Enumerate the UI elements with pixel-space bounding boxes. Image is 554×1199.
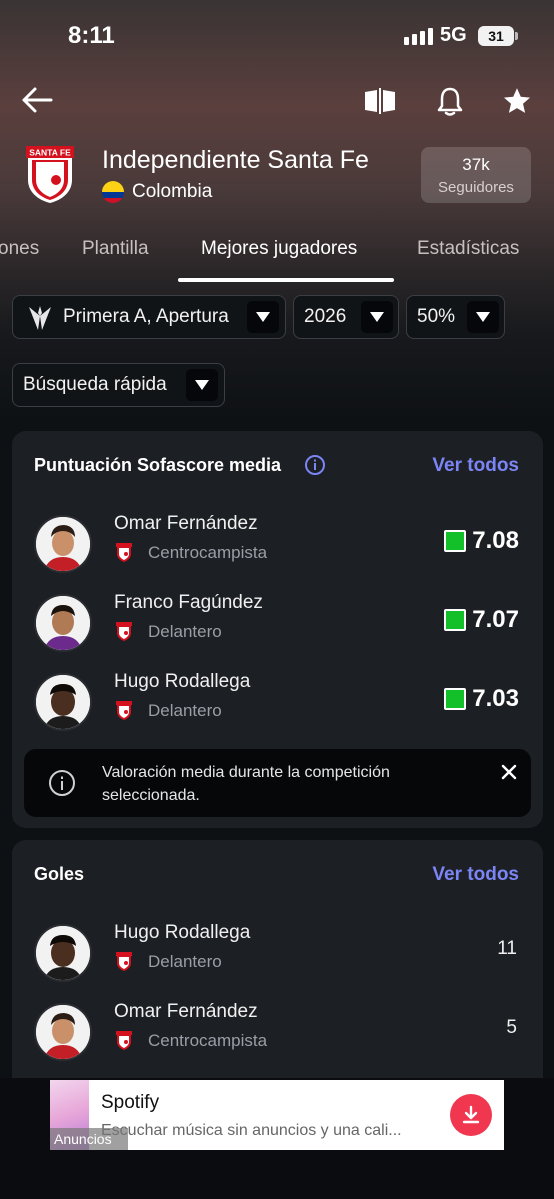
info-text: Valoración media durante la competición … [102, 764, 390, 804]
rating-card: Puntuación Sofascore media Ver todos Oma… [12, 431, 543, 828]
quick-search-value: Búsqueda rápida [23, 374, 167, 395]
avatar [34, 673, 92, 731]
list-item[interactable]: Hugo Rodallega Delantero 7.03 [12, 665, 543, 737]
goals-card: Goles Ver todos Hugo Rodallega Delantero… [12, 840, 543, 1100]
chevron-down-icon [186, 369, 218, 401]
close-icon[interactable] [500, 763, 518, 786]
player-position: Delantero [148, 952, 222, 971]
goals-value: 11 [497, 938, 517, 959]
player-name: Omar Fernández [114, 1001, 258, 1022]
avatar [34, 1003, 92, 1061]
rating-badge: 7.08 [444, 527, 519, 555]
followers-badge[interactable]: 37k Seguidores [421, 147, 531, 203]
compare-icon[interactable] [362, 86, 398, 116]
rating-badge: 7.03 [444, 685, 519, 713]
rating-color-square [444, 688, 467, 710]
back-arrow-icon[interactable] [18, 84, 56, 116]
goals-value: 5 [506, 1017, 517, 1038]
active-tab-indicator [178, 278, 394, 282]
ad-subtitle: Escuchar música sin anuncios y una cali.… [101, 1122, 402, 1139]
team-crest-icon [116, 952, 132, 971]
team-crest-icon [116, 543, 132, 562]
goals-see-all-link[interactable]: Ver todos [432, 864, 519, 886]
avatar [34, 515, 92, 573]
chevron-down-icon [467, 301, 499, 333]
bell-icon[interactable] [434, 84, 466, 118]
colombia-flag-icon [102, 181, 124, 203]
avatar [34, 594, 92, 652]
signal-icon [404, 28, 433, 45]
country-name: Colombia [132, 181, 213, 202]
rating-value: 7.03 [472, 685, 519, 712]
info-icon [48, 769, 76, 802]
network-label: 5G [440, 24, 467, 46]
info-banner: Valoración media durante la competición … [24, 749, 531, 817]
rating-card-title: Puntuación Sofascore media [34, 455, 282, 475]
list-item[interactable]: Hugo Rodallega Delantero 11 [12, 916, 543, 988]
team-name: Independiente Santa Fe [102, 146, 369, 174]
ad-title: Spotify [101, 1092, 160, 1113]
svg-text:SANTA FE: SANTA FE [29, 148, 71, 158]
avatar [34, 924, 92, 982]
season-value: 2026 [304, 306, 347, 327]
competition-dropdown[interactable]: Primera A, Apertura [12, 295, 286, 339]
rating-value: 7.08 [472, 527, 519, 554]
quick-search-dropdown[interactable]: Búsqueda rápida [12, 363, 225, 407]
player-position: Centrocampista [148, 1031, 268, 1050]
status-time: 8:11 [68, 22, 115, 49]
team-crest: SANTA FE [26, 146, 74, 204]
list-item[interactable]: Omar Fernández Centrocampista 7.08 [12, 507, 543, 579]
rating-badge: 7.07 [444, 606, 519, 634]
tab-estadisticas[interactable]: Estadísticas [417, 238, 519, 260]
player-position: Centrocampista [148, 543, 268, 562]
battery-icon: 31 [478, 26, 518, 46]
tab-bar: ones Plantilla Mejores jugadores Estadís… [0, 224, 554, 282]
percent-value: 50% [417, 306, 456, 327]
chevron-down-icon [361, 301, 393, 333]
rating-color-square [444, 609, 467, 631]
download-button[interactable] [450, 1094, 492, 1136]
team-header: 8:11 5G 31 SANTA FE Independiente Santa … [0, 0, 554, 420]
followers-label: Seguidores [438, 179, 514, 196]
info-icon[interactable] [304, 454, 326, 481]
player-position: Delantero [148, 622, 222, 641]
ad-label: Anuncios [50, 1128, 128, 1150]
player-position: Delantero [148, 701, 222, 720]
team-crest-icon [116, 622, 132, 641]
player-name: Hugo Rodallega [114, 671, 251, 692]
rating-value: 7.07 [472, 606, 519, 633]
followers-count: 37k [462, 155, 490, 174]
chevron-down-icon [247, 301, 279, 333]
list-item[interactable]: Omar Fernández Centrocampista 5 [12, 995, 543, 1067]
team-country[interactable]: Colombia [102, 181, 212, 203]
rating-see-all-link[interactable]: Ver todos [432, 455, 519, 477]
player-name: Hugo Rodallega [114, 922, 251, 943]
team-crest-icon [116, 701, 132, 720]
player-name: Omar Fernández [114, 513, 258, 534]
season-dropdown[interactable]: 2026 [293, 295, 399, 339]
competition-value: Primera A, Apertura [63, 306, 229, 327]
download-icon [462, 1105, 480, 1124]
star-icon[interactable] [500, 84, 534, 118]
percent-dropdown[interactable]: 50% [406, 295, 505, 339]
player-name: Franco Fagúndez [114, 592, 263, 613]
tab-plantilla[interactable]: Plantilla [82, 238, 149, 260]
tab-mejores-jugadores[interactable]: Mejores jugadores [201, 238, 357, 260]
league-icon [27, 304, 53, 337]
list-item[interactable]: Franco Fagúndez Delantero 7.07 [12, 586, 543, 658]
team-crest-icon [116, 1031, 132, 1050]
tab-partidos[interactable]: ones [0, 238, 39, 260]
goals-card-title: Goles [34, 864, 85, 884]
rating-color-square [444, 530, 467, 552]
status-bar: 8:11 5G 31 [0, 0, 554, 70]
